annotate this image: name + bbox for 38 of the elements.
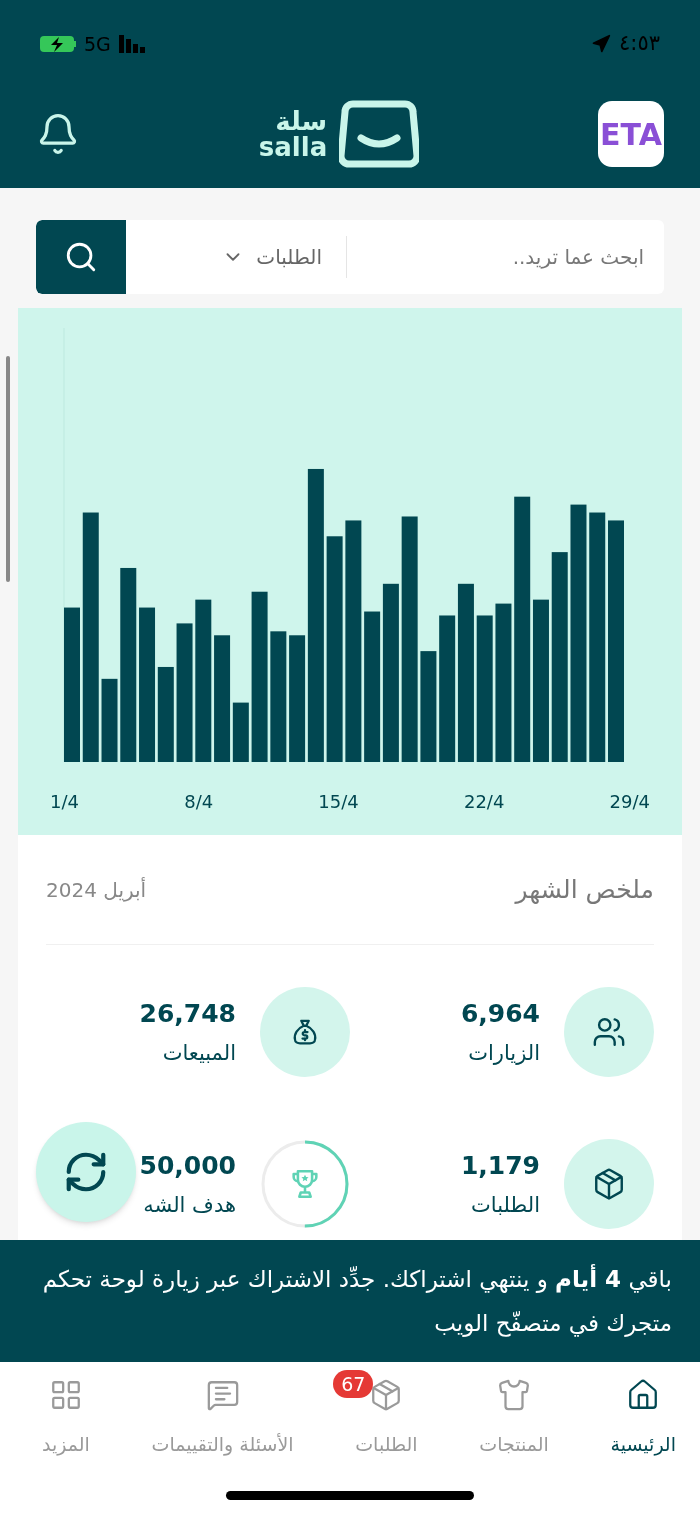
- stat-label: الزيارات: [467, 1040, 540, 1067]
- store-logo[interactable]: ETA: [598, 101, 664, 167]
- summary-title: ملخص الشهر: [515, 873, 654, 906]
- tab-bar-item[interactable]: المزيد: [20, 1370, 94, 1459]
- battery-icon: [40, 35, 76, 53]
- stat-label: المبيعات: [161, 1040, 236, 1067]
- network-label: 5G: [84, 31, 111, 57]
- stat-value: 1,179: [460, 1149, 540, 1182]
- box-icon: [592, 1167, 626, 1201]
- brand-name-arabic: سلة: [275, 108, 328, 134]
- axis-label: 29/4: [609, 790, 650, 814]
- stat-value: 26,748: [139, 997, 236, 1030]
- smiling-bag-logo-icon: [339, 100, 420, 168]
- people-icon: [592, 1015, 626, 1049]
- tab-bar-item[interactable]: الأسئلة والتقييمات: [129, 1370, 298, 1459]
- clock-time: ٤:٥٣: [619, 30, 660, 58]
- axis-label: 22/4: [463, 790, 505, 814]
- search-scope-dropdown[interactable]: الطلبات: [126, 220, 346, 294]
- stat-label: هدف الشه: [142, 1192, 236, 1219]
- stat-value: 6,964: [460, 997, 540, 1030]
- stat-label: الطلبات: [470, 1192, 540, 1219]
- notification-badge: 67: [333, 1370, 374, 1398]
- search-button[interactable]: [36, 220, 126, 294]
- axis-label: 8/4: [184, 790, 214, 814]
- search-bar[interactable]: ابحث عما تريد.. الطلبات: [36, 220, 664, 294]
- brand-name: salla: [258, 134, 328, 160]
- subscription-message: باقي 4 أيام و ينتهي اشتراكك. جدِّد الاشتراك عبر زيارة لوحة تحكم متجرك في متصفّح الويب: [41, 1263, 672, 1339]
- shirt-icon: [497, 1378, 532, 1412]
- tab-bar-item[interactable]: الرئيسية: [588, 1370, 680, 1459]
- location-icon: [591, 34, 612, 54]
- axis-label: 1/4: [50, 790, 79, 814]
- stat-value: 50,000: [139, 1149, 236, 1182]
- summary-period: أبريل 2024: [46, 876, 147, 904]
- search-icon: [64, 240, 98, 274]
- chat-icon: [205, 1378, 240, 1412]
- axis-label: 15/4: [318, 790, 359, 814]
- signal-icon: [118, 35, 147, 53]
- tab-bar-item[interactable]: المنتجات: [457, 1370, 553, 1459]
